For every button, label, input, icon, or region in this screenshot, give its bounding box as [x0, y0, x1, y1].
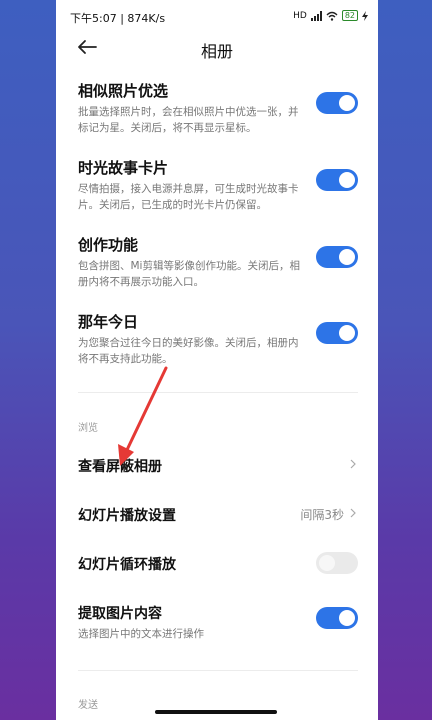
page-title: 相册: [200, 42, 233, 61]
chevron-right-icon: [350, 508, 356, 518]
hidden-album-row[interactable]: 查看屏蔽相册: [78, 456, 358, 476]
home-indicator[interactable]: [155, 710, 277, 714]
on-this-day-toggle[interactable]: [316, 322, 358, 344]
section-header-send: 发送: [78, 700, 98, 711]
wifi-icon: [326, 11, 338, 21]
status-bar: 下午5:07 | 874K/s HD 82: [56, 0, 378, 34]
setting-desc: 包含拼图、Mi剪辑等影像创作功能。关闭后，相册内将不再展示功能入口。: [78, 260, 300, 288]
section-header-browse: 浏览: [78, 423, 98, 434]
status-time: 下午5:07 | 874K/s: [70, 12, 166, 25]
creation-toggle[interactable]: [316, 246, 358, 268]
setting-desc: 选择图片中的文本进行操作: [78, 628, 204, 640]
slideshow-loop-toggle[interactable]: [316, 552, 358, 574]
toggle-knob: [339, 172, 355, 188]
row-title: 查看屏蔽相册: [78, 459, 162, 475]
charging-icon: [362, 10, 368, 21]
extract-content-toggle[interactable]: [316, 607, 358, 629]
status-icons: HD 82: [293, 10, 368, 21]
extract-content-row[interactable]: 提取图片内容 选择图片中的文本进行操作: [78, 603, 358, 642]
slideshow-settings-row[interactable]: 幻灯片播放设置 间隔3秒: [78, 505, 358, 525]
toggle-knob: [319, 555, 335, 571]
setting-similar-photos[interactable]: 相似照片优选 批量选择照片时，会在相似照片中优选一张，并标记为星。关闭后，将不再…: [78, 80, 358, 136]
story-cards-toggle[interactable]: [316, 169, 358, 191]
header: 相册: [56, 34, 378, 64]
setting-desc: 批量选择照片时，会在相似照片中优选一张，并标记为星。关闭后，将不再显示星标。: [78, 106, 299, 134]
chevron-right-icon: [350, 459, 356, 469]
toggle-knob: [339, 95, 355, 111]
setting-story-cards[interactable]: 时光故事卡片 尽情拍摄，接入电源并息屏，可生成时光故事卡片。关闭后，已生成的时光…: [78, 157, 358, 213]
similar-photos-toggle[interactable]: [316, 92, 358, 114]
divider: [78, 670, 358, 671]
setting-creation[interactable]: 创作功能 包含拼图、Mi剪辑等影像创作功能。关闭后，相册内将不再展示功能入口。: [78, 234, 358, 290]
hd-icon: HD: [293, 10, 307, 21]
toggle-knob: [339, 610, 355, 626]
toggle-knob: [339, 325, 355, 341]
setting-desc: 尽情拍摄，接入电源并息屏，可生成时光故事卡片。关闭后，已生成的时光卡片仍保留。: [78, 183, 299, 211]
divider: [78, 392, 358, 393]
battery-icon: 82: [341, 10, 358, 21]
setting-desc: 为您聚合过往今日的美好影像。关闭后，相册内将不再支持此功能。: [78, 337, 299, 365]
setting-on-this-day[interactable]: 那年今日 为您聚合过往今日的美好影像。关闭后，相册内将不再支持此功能。: [78, 311, 358, 367]
slideshow-loop-row[interactable]: 幻灯片循环播放: [78, 552, 358, 574]
slideshow-interval-value: 间隔3秒: [300, 508, 344, 522]
settings-screen: 下午5:07 | 874K/s HD 82 相册 相似照片优选 批量选择照片时，…: [56, 0, 378, 720]
toggle-knob: [339, 249, 355, 265]
signal-icon: [310, 10, 322, 21]
